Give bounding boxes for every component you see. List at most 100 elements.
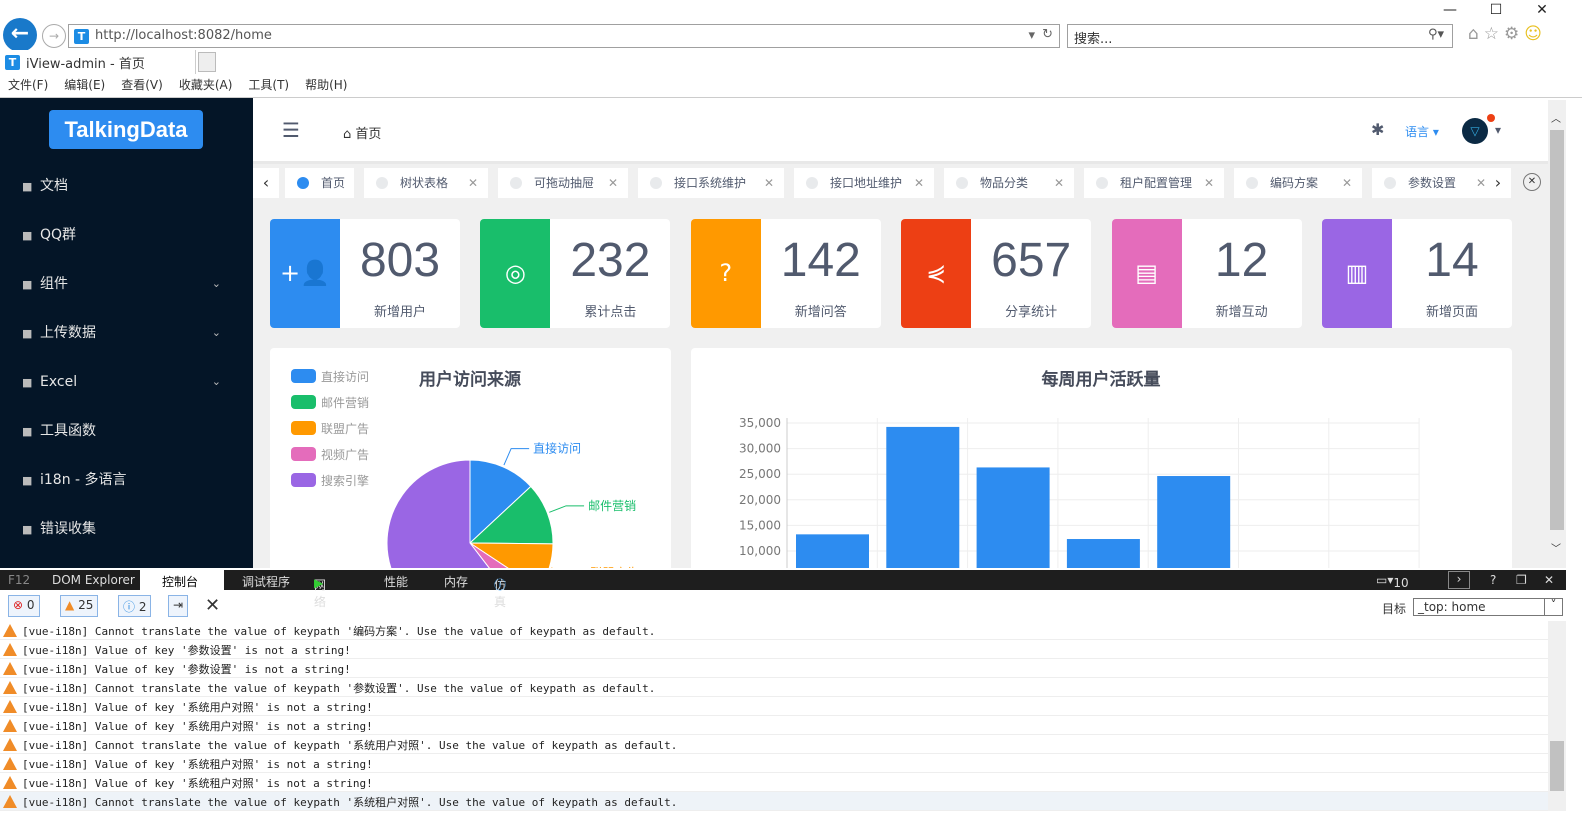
legend-label[interactable]: 直接访问 (321, 369, 369, 384)
legend-swatch[interactable] (291, 447, 316, 461)
info-filter[interactable]: ⓘ 2 (118, 595, 152, 617)
legend-label[interactable]: 联盟广告 (321, 422, 369, 436)
sidebar-item[interactable]: ■ 组件 ⌄ (0, 260, 253, 308)
close-tag-icon[interactable]: ✕ (1054, 168, 1064, 198)
tab-console[interactable]: 控制台 (140, 570, 224, 590)
warnings-filter[interactable]: ▲ 25 (60, 595, 99, 617)
tag-item[interactable]: 首页 (285, 168, 354, 198)
legend-swatch[interactable] (291, 473, 316, 487)
search-input[interactable]: 搜索... ⚲▾ (1067, 24, 1453, 48)
logo[interactable]: TalkingData (49, 110, 203, 149)
menu-view[interactable]: 查看(V) (121, 78, 163, 92)
forward-button[interactable]: → (42, 24, 66, 48)
sidebar-item[interactable]: ■ 文档 (0, 162, 253, 210)
tag-item[interactable]: 接口地址维护 ✕ (794, 168, 934, 198)
tag-item[interactable]: 物品分类 ✕ (944, 168, 1074, 198)
tag-item[interactable]: 树状表格 ✕ (364, 168, 488, 198)
close-tag-icon[interactable]: ✕ (1476, 168, 1486, 198)
console-line[interactable]: [vue-i18n] Cannot translate the value of… (0, 678, 1548, 697)
sidebar-item[interactable]: ■ 错误收集 (0, 505, 253, 553)
scroll-up-icon[interactable]: ︿ (1551, 110, 1561, 125)
gear-icon[interactable]: ⚙ (1504, 24, 1524, 44)
console-line[interactable]: [vue-i18n] Cannot translate the value of… (0, 735, 1548, 754)
close-tag-icon[interactable]: ✕ (468, 168, 478, 198)
star-icon[interactable]: ☆ (1484, 24, 1504, 44)
bar[interactable] (1157, 476, 1231, 568)
bug-icon[interactable]: ✱ (1371, 120, 1384, 139)
avatar[interactable]: ▽ (1462, 118, 1488, 144)
tag-item[interactable]: 接口系统维护 ✕ (638, 168, 784, 198)
close-devtools-icon[interactable]: ✕ (1544, 573, 1554, 587)
minimize-button[interactable]: — (1430, 2, 1470, 20)
console-line[interactable]: [vue-i18n] Value of key '系统租户对照' is not … (0, 773, 1548, 792)
smiley-icon[interactable]: ☺ (1524, 24, 1547, 44)
console-line[interactable]: [vue-i18n] Cannot translate the value of… (0, 621, 1548, 640)
close-tag-icon[interactable]: ✕ (1342, 168, 1352, 198)
home-icon[interactable]: ⌂ (1468, 24, 1484, 44)
sidebar-item[interactable]: ■ i18n - 多语言 (0, 456, 253, 504)
sidebar-item[interactable]: ■ 工具函数 (0, 407, 253, 455)
help-icon[interactable]: ? (1490, 573, 1496, 587)
menu-edit[interactable]: 编辑(E) (64, 78, 105, 92)
page-scrollbar[interactable]: ︿ ﹀ (1548, 100, 1566, 568)
menu-toggle-icon[interactable]: ☰ (282, 118, 300, 142)
close-tag-icon[interactable]: ✕ (914, 168, 924, 198)
bar[interactable] (976, 467, 1050, 568)
refresh-icon[interactable]: ↻ (1042, 27, 1053, 42)
clear-on-navigate-icon[interactable]: ⇥ (168, 595, 189, 617)
tag-item[interactable]: 租户配置管理 ✕ (1084, 168, 1224, 198)
document-mode[interactable]: ▭▾ 10 (1376, 573, 1409, 590)
chevron-down-icon[interactable]: ▾ (1495, 123, 1501, 137)
console-line[interactable]: [vue-i18n] Value of key '系统租户对照' is not … (0, 754, 1548, 773)
target-select[interactable]: _top: home ˅ (1413, 598, 1563, 616)
dropdown-icon[interactable]: ▾ (1028, 28, 1035, 43)
browser-tab[interactable]: TiView-admin - 首页 (0, 50, 196, 74)
clear-console-icon[interactable]: ✕ (205, 595, 220, 616)
bar[interactable] (886, 426, 960, 568)
legend-label[interactable]: 邮件营销 (321, 396, 369, 410)
close-tag-icon[interactable]: ✕ (608, 168, 618, 198)
sidebar-item[interactable]: ■ QQ群 (0, 211, 253, 259)
close-tag-icon[interactable]: ✕ (764, 168, 774, 198)
back-button[interactable]: ← (3, 18, 37, 52)
legend-swatch[interactable] (291, 395, 316, 409)
console-toggle-icon[interactable]: › (1448, 571, 1470, 589)
maximize-button[interactable]: ☐ (1476, 2, 1516, 20)
console-line[interactable]: [vue-i18n] Value of key '参数设置' is not a … (0, 640, 1548, 659)
tags-scroll-left[interactable]: ‹ (253, 168, 279, 198)
legend-swatch[interactable] (291, 421, 316, 435)
bar[interactable] (796, 534, 869, 568)
address-bar[interactable]: T http://localhost:8082/home ▾ ↻ (68, 24, 1060, 48)
close-all-tags-button[interactable]: ✕ (1523, 173, 1541, 191)
tab-debugger[interactable]: 调试程序 (242, 573, 290, 590)
new-tab-button[interactable] (198, 52, 216, 72)
scrollbar-thumb[interactable] (1550, 130, 1564, 530)
menu-tools[interactable]: 工具(T) (248, 78, 289, 92)
console-line[interactable]: [vue-i18n] Cannot translate the value of… (0, 792, 1548, 811)
scroll-down-icon[interactable]: ﹀ (1551, 540, 1561, 555)
tag-item[interactable]: 可拖动抽屉 ✕ (498, 168, 628, 198)
legend-swatch[interactable] (291, 369, 316, 383)
console-line[interactable]: [vue-i18n] Value of key '系统用户对照' is not … (0, 697, 1548, 716)
menu-favorites[interactable]: 收藏夹(A) (179, 78, 233, 92)
bar[interactable] (1066, 539, 1140, 568)
sidebar-item[interactable]: ■ Excel ⌄ (0, 358, 253, 406)
close-tag-icon[interactable]: ✕ (1204, 168, 1214, 198)
menu-file[interactable]: 文件(F) (8, 78, 48, 92)
tag-item[interactable]: 参数设置 ✕ (1372, 168, 1496, 198)
tab-memory[interactable]: 内存 (444, 573, 468, 590)
search-icon[interactable]: ⚲▾ (1428, 27, 1444, 42)
legend-label[interactable]: 搜索引擎 (321, 473, 369, 488)
legend-label[interactable]: 视频广告 (321, 447, 369, 462)
tab-performance[interactable]: 性能 (384, 573, 408, 590)
errors-filter[interactable]: ⊗ 0 (8, 595, 40, 617)
console-scrollbar[interactable] (1548, 621, 1566, 811)
tag-item[interactable]: 编码方案 ✕ (1234, 168, 1362, 198)
language-dropdown[interactable]: 语言 ▾ (1405, 123, 1439, 140)
undock-icon[interactable]: ❐ (1516, 573, 1527, 587)
console-line[interactable]: [vue-i18n] Value of key '系统用户对照' is not … (0, 716, 1548, 735)
close-window-button[interactable]: ✕ (1522, 2, 1562, 20)
tab-dom-explorer[interactable]: DOM Explorer (52, 573, 135, 587)
menu-help[interactable]: 帮助(H) (305, 78, 347, 92)
sidebar-item[interactable]: ■ 上传数据 ⌄ (0, 309, 253, 357)
